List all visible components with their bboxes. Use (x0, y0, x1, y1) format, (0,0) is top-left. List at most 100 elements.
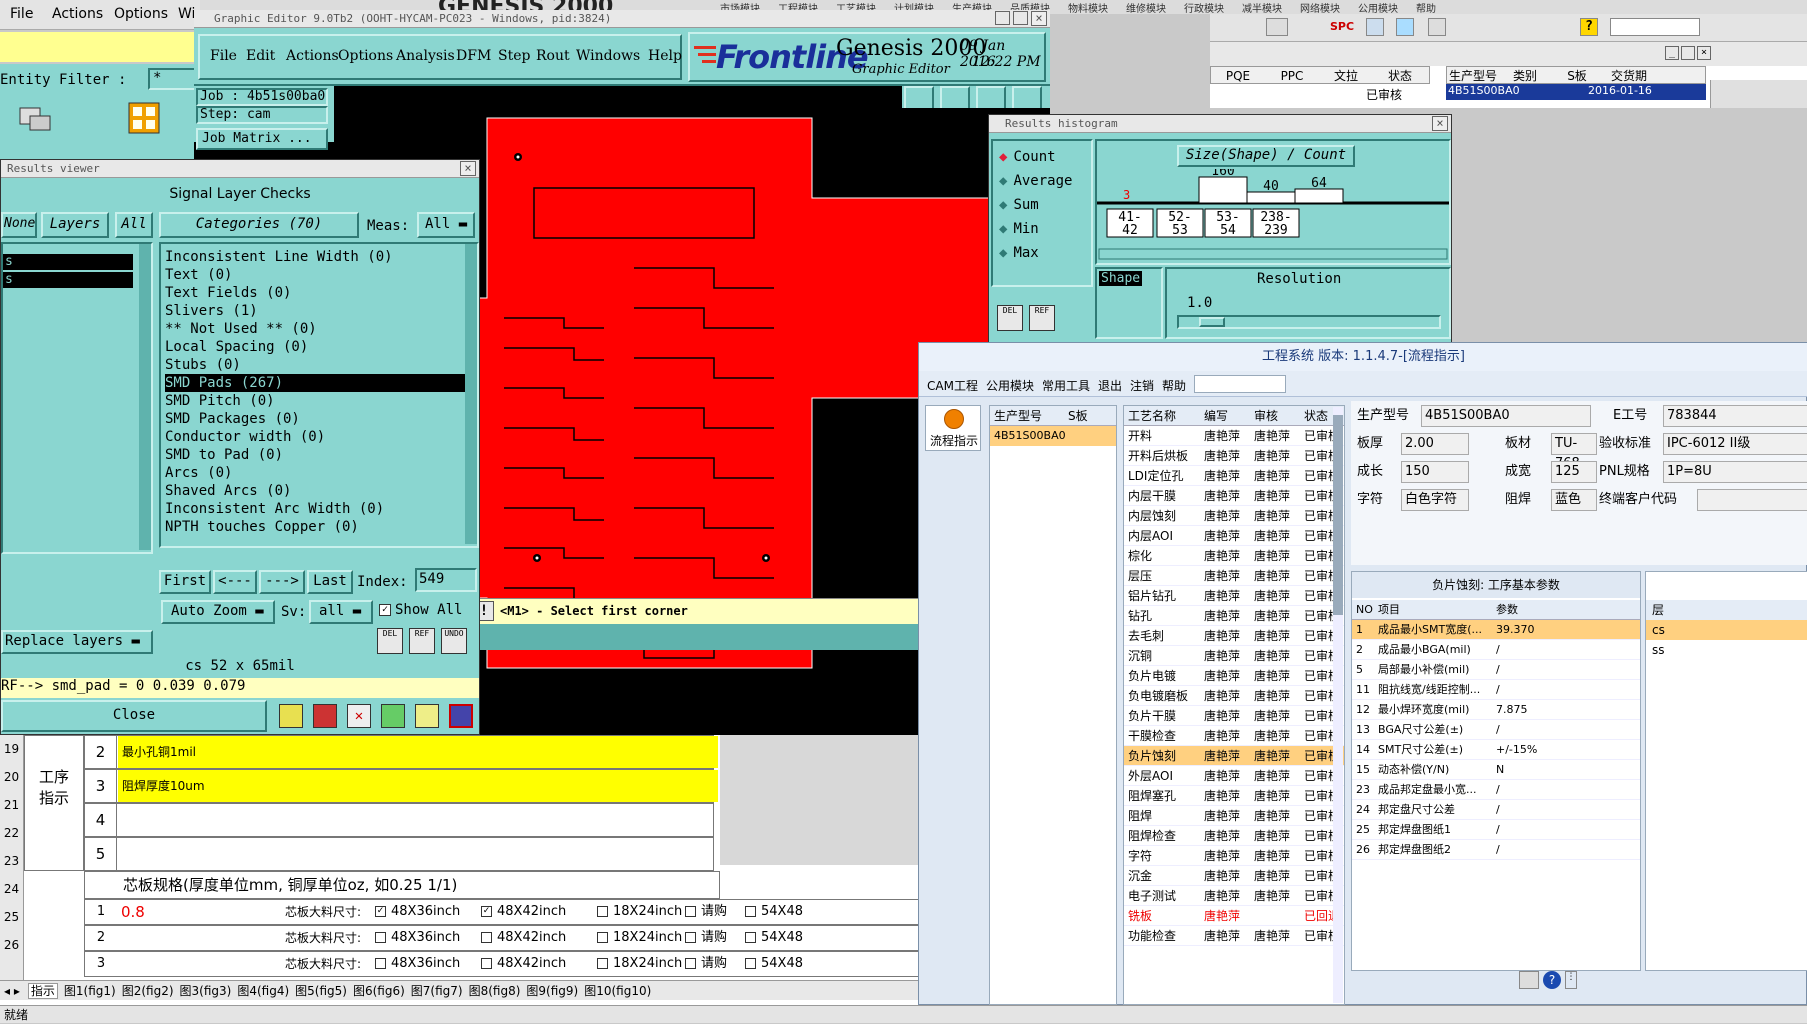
ge-close-icon[interactable]: × (1031, 11, 1047, 26)
ws-menu-item[interactable]: 注销 (1130, 377, 1154, 394)
core-row-value[interactable]: 0.8 (121, 900, 145, 924)
ws-menu-item[interactable]: 帮助 (1162, 377, 1186, 394)
process-row[interactable]: 沉铜 唐艳萍 唐艳萍 已审核 (1124, 646, 1344, 666)
category-item[interactable]: SMD Packages (0) (165, 410, 473, 428)
ge-menu-options[interactable]: Options (338, 48, 393, 64)
layer-list-scrollbar[interactable] (139, 244, 151, 550)
process-flow-button[interactable]: 流程指示 (925, 405, 981, 451)
hist-option-max[interactable]: ◆ Max (999, 245, 1039, 261)
category-item[interactable]: Inconsistent Arc Width (0) (165, 500, 473, 518)
sheet-nav-arrows[interactable]: ◂ ▸ (4, 984, 20, 998)
category-item[interactable]: ** Not Used ** (0) (165, 320, 473, 338)
folder-icon[interactable] (18, 104, 54, 134)
ge-tool-icon-1[interactable] (904, 86, 934, 110)
rv-close-icon[interactable]: × (460, 161, 476, 176)
size-checkbox[interactable] (745, 958, 756, 969)
ge-tool-icon-4[interactable] (1012, 86, 1042, 110)
module-item[interactable]: 行政模块 (1184, 4, 1224, 14)
layer-row-2[interactable]: s (3, 272, 133, 288)
param-row[interactable]: 14 SMT尺寸公差(±) +/-15% (1352, 740, 1640, 760)
ge-menu-actions[interactable]: Actions (286, 48, 339, 64)
category-item[interactable]: SMD Pads (267) (165, 374, 473, 392)
show-all-checkbox[interactable]: ✓ (379, 604, 391, 616)
sheet-tab[interactable]: 图10(fig10) (584, 984, 651, 998)
tool-icon-1[interactable] (1366, 18, 1384, 36)
process-row[interactable]: 沉金 唐艳萍 唐艳萍 已审核 (1124, 866, 1344, 886)
sheet-tab[interactable]: 图8(fig8) (469, 984, 521, 998)
hist-bar[interactable] (1294, 188, 1344, 204)
size-checkbox[interactable] (375, 958, 386, 969)
layer-row-ss[interactable]: ss (1646, 640, 1807, 660)
resolution-slider-thumb[interactable] (1199, 317, 1225, 327)
printer-icon[interactable] (1266, 18, 1288, 36)
hist-scrollbar[interactable] (1098, 248, 1448, 260)
layer-row-1[interactable]: s (3, 254, 133, 270)
sheet-tab[interactable]: 图4(fig4) (237, 984, 289, 998)
param-row[interactable]: 23 成品邦定盘最小宽... / (1352, 780, 1640, 800)
category-item[interactable]: Text (0) (165, 266, 473, 284)
module-item[interactable]: 减半模块 (1242, 4, 1282, 14)
category-item[interactable]: Local Spacing (0) (165, 338, 473, 356)
next-button[interactable]: ---> (259, 570, 305, 594)
close-icon[interactable]: × (1697, 46, 1711, 60)
sheet-tab[interactable]: 图3(fig3) (180, 984, 232, 998)
process-row[interactable]: 阻焊塞孔 唐艳萍 唐艳萍 已审核 (1124, 786, 1344, 806)
process-row[interactable]: 负片干膜 唐艳萍 唐艳萍 已审核 (1124, 706, 1344, 726)
ge-menu-file[interactable]: File (210, 48, 237, 64)
sheet-tab[interactable]: 图5(fig5) (295, 984, 347, 998)
ws-menu-item[interactable]: 退出 (1098, 377, 1122, 394)
first-button[interactable]: First (159, 570, 211, 594)
ge-maximize-icon[interactable] (1013, 11, 1028, 25)
ws-menu-combo[interactable] (1194, 375, 1287, 393)
index-input[interactable]: 549 (415, 568, 477, 592)
param-row[interactable]: 13 BGA尺寸公差(±) / (1352, 720, 1640, 740)
ge-menu-analysis[interactable]: Analysis (396, 48, 455, 64)
proc-row-text[interactable]: 阻焊厚度10um (118, 770, 718, 802)
process-row[interactable]: 干膜检查 唐艳萍 唐艳萍 已审核 (1124, 726, 1344, 746)
size-checkbox[interactable] (481, 958, 492, 969)
process-row[interactable]: 阻焊检查 唐艳萍 唐艳萍 已审核 (1124, 826, 1344, 846)
menu-actions[interactable]: Actions (52, 6, 103, 22)
layer-row-cs[interactable]: cs (1646, 620, 1807, 640)
form-field-cust[interactable] (1697, 489, 1807, 511)
process-row[interactable]: 电子测试 唐艳萍 唐艳萍 已审核 (1124, 886, 1344, 906)
minimize-icon[interactable]: _ (1665, 46, 1679, 60)
param-row[interactable]: 5 局部最小补偿(mil) / (1352, 660, 1640, 680)
sheet-tab[interactable]: 图2(fig2) (122, 984, 174, 998)
process-row[interactable]: 铣板 唐艳萍 已回退 (1124, 906, 1344, 926)
rv-ref-button[interactable]: REF (409, 628, 435, 654)
sheet-tab[interactable]: 指示 (27, 983, 58, 999)
tool-icon-2[interactable] (1396, 18, 1414, 36)
module-item[interactable]: 物料模块 (1068, 4, 1108, 14)
size-checkbox[interactable] (597, 932, 608, 943)
category-item[interactable]: Shaved Arcs (0) (165, 482, 473, 500)
hist-option-min[interactable]: ◆ Min (999, 221, 1039, 237)
rv-del-button[interactable]: DEL (377, 628, 403, 654)
ws-menu-item[interactable]: 公用模块 (986, 377, 1034, 394)
menu-options[interactable]: Options (114, 6, 168, 22)
shape-label[interactable]: Shape (1099, 271, 1143, 286)
bottom-tool-icon-1[interactable] (279, 704, 303, 728)
process-row[interactable]: 内层AOI 唐艳萍 唐艳萍 已审核 (1124, 526, 1344, 546)
process-row[interactable]: 负电镀磨板 唐艳萍 唐艳萍 已审核 (1124, 686, 1344, 706)
ge-menu-windows[interactable]: Windows (576, 48, 640, 64)
prev-button[interactable]: <--- (213, 570, 257, 594)
param-row[interactable]: 15 动态补偿(Y/N) N (1352, 760, 1640, 780)
form-field-mat[interactable]: TU-768 (1551, 433, 1597, 471)
print-icon[interactable] (1519, 971, 1539, 989)
param-row[interactable]: 1 成品最小SMT宽度(... 39.370 (1352, 620, 1640, 640)
help-circle-icon[interactable]: ? (1543, 971, 1561, 989)
ge-menu-step[interactable]: Step (498, 48, 530, 64)
last-button[interactable]: Last (307, 570, 353, 594)
param-row[interactable]: 24 邦定盘尺寸公差 / (1352, 800, 1640, 820)
process-row[interactable]: 开料 唐艳萍 唐艳萍 已审核 (1124, 426, 1344, 446)
bg-app-combo[interactable] (1610, 18, 1700, 36)
ge-tool-icon-2[interactable] (940, 86, 970, 110)
hist-option-average[interactable]: ◆ Average (999, 173, 1072, 189)
category-item[interactable]: SMD to Pad (0) (165, 446, 473, 464)
category-item[interactable]: Stubs (0) (165, 356, 473, 374)
process-row[interactable]: 内层蚀刻 唐艳萍 唐艳萍 已审核 (1124, 506, 1344, 526)
ge-menu-edit[interactable]: Edit (246, 48, 275, 64)
process-row[interactable]: 负片蚀刻 唐艳萍 唐艳萍 已审核 (1124, 746, 1344, 766)
form-field-eno[interactable]: 783844 (1663, 405, 1807, 427)
